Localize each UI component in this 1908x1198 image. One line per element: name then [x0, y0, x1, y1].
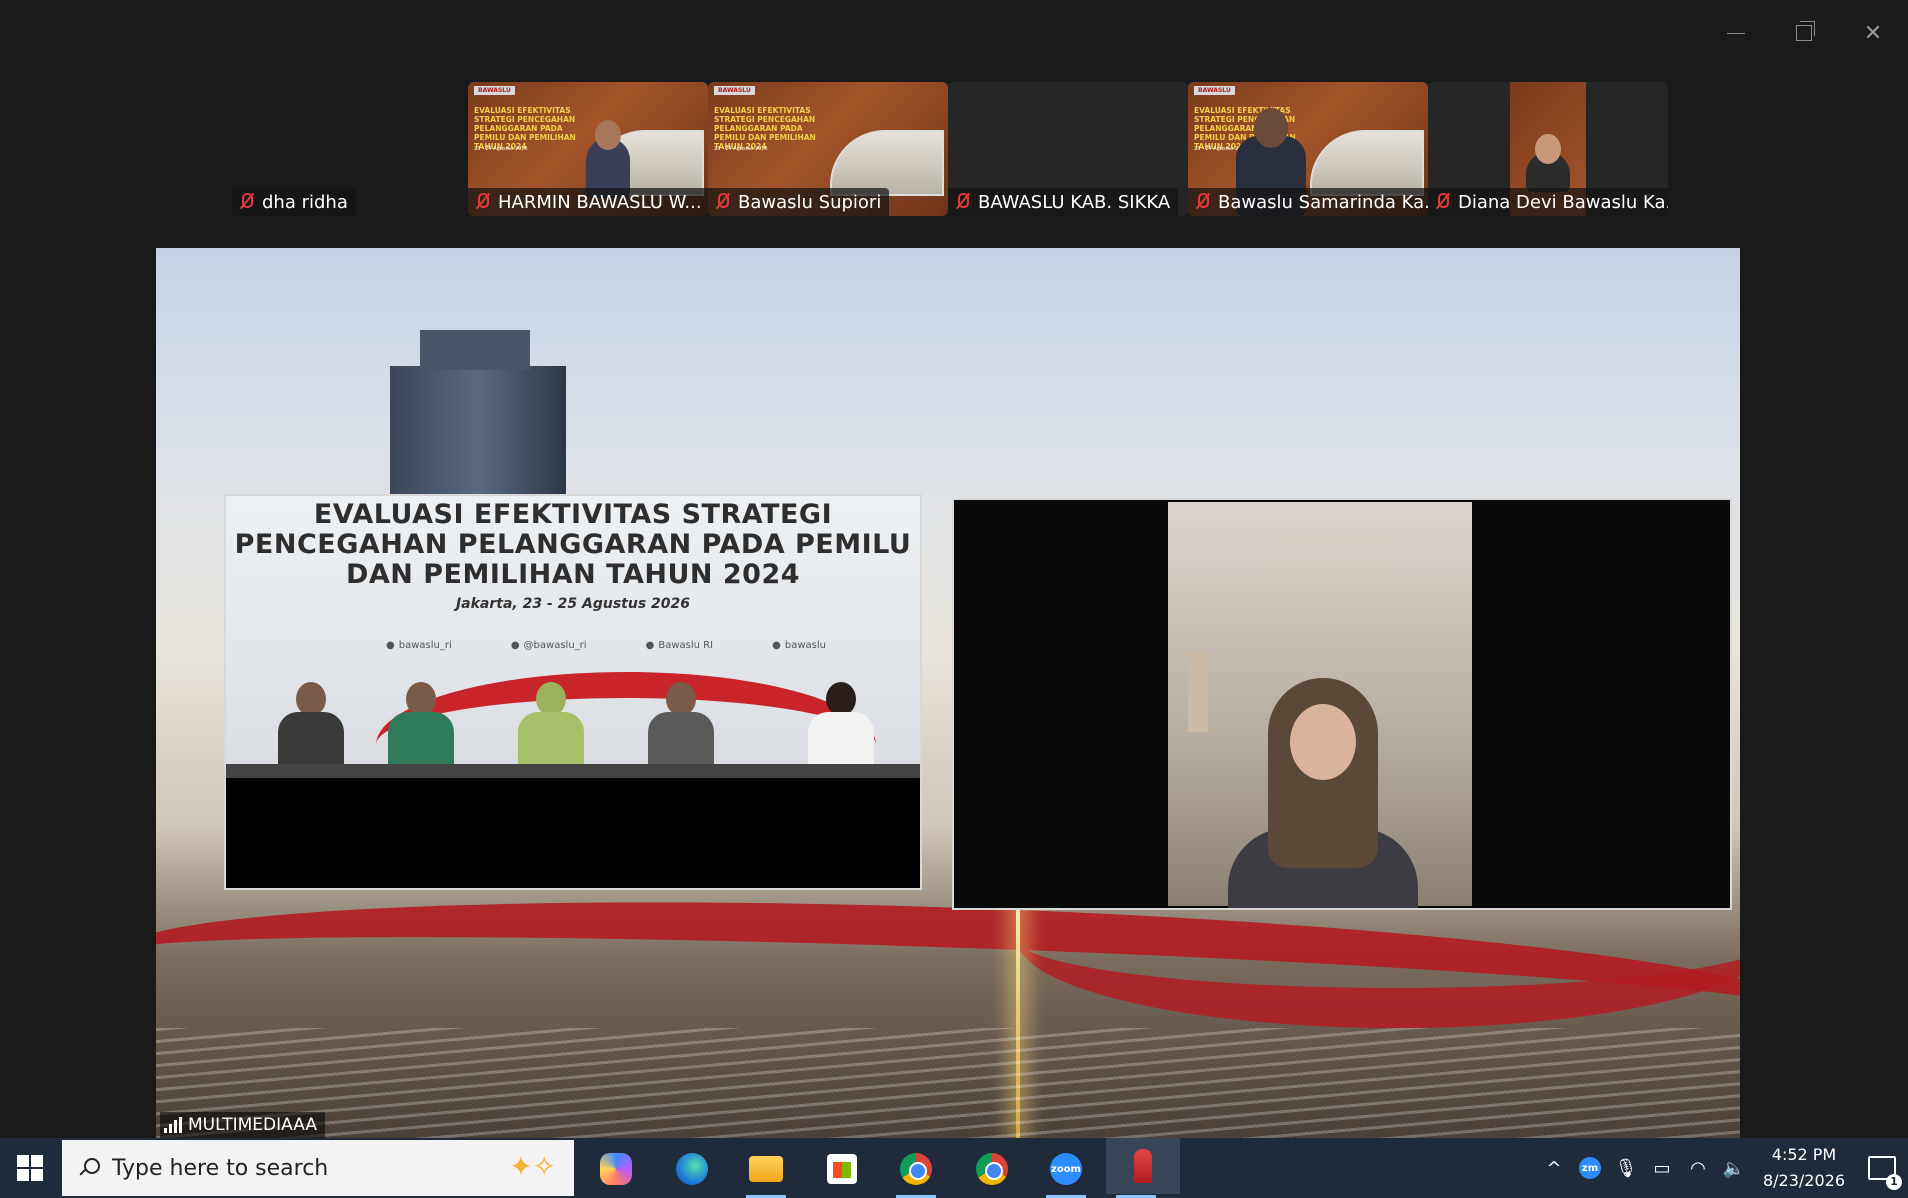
shared-screen: EVALUASI EFEKTIVITAS STRATEGI PENCEGAHAN…: [156, 248, 1740, 1138]
store-button[interactable]: [812, 1144, 872, 1194]
clock[interactable]: 4:52 PM 8/23/2026: [1752, 1142, 1856, 1194]
show-hidden-icons-button[interactable]: ^: [1536, 1138, 1572, 1198]
participant-tile[interactable]: BAWASLU EVALUASI EFEKTIVITAS STRATEGI PE…: [1188, 82, 1428, 216]
minimize-button[interactable]: [1716, 18, 1756, 48]
participant-name: HARMIN BAWASLU W...: [468, 188, 708, 216]
microphone-button[interactable]: 🎙: [1608, 1138, 1644, 1198]
file-explorer-button[interactable]: [736, 1144, 796, 1198]
volume-icon: 🔈: [1722, 1157, 1746, 1179]
zoom-tray-button[interactable]: zm: [1572, 1138, 1608, 1198]
taskbar: Type here to search ✦✧ zoom ^ zm 🎙 ▭ ◠ 🔈…: [0, 1138, 1908, 1198]
edge-button[interactable]: [662, 1144, 722, 1194]
zoom-tray-icon: zm: [1579, 1157, 1601, 1179]
participant-name: BAWASLU KAB. SIKKA: [948, 188, 1179, 216]
participant-name: dha ridha: [232, 188, 356, 216]
stage-banner-date: Jakarta, 23 - 25 Agustus 2026: [455, 596, 691, 612]
battery-icon: ▭: [1653, 1157, 1671, 1179]
file-explorer-icon: [749, 1156, 783, 1182]
zoom-icon: zoom: [1050, 1153, 1082, 1185]
mic-muted-icon: [238, 192, 254, 212]
participant-name: Bawaslu Supiori: [708, 188, 890, 216]
close-icon: ✕: [1863, 20, 1883, 46]
wifi-button[interactable]: ◠: [1680, 1138, 1716, 1198]
windows-icon: [17, 1155, 43, 1181]
participant-strip: dha ridha BAWASLU EVALUASI EFEKTIVITAS S…: [0, 82, 1908, 218]
start-button[interactable]: [0, 1138, 60, 1198]
background-stripes: [156, 1028, 1740, 1138]
chrome-icon: [976, 1153, 1008, 1185]
stage-social-handles: bawaslu_ri @bawaslu_ri Bawaslu RI bawasl…: [386, 640, 826, 651]
participant-tile[interactable]: BAWASLU EVALUASI EFEKTIVITAS STRATEGI PE…: [708, 82, 948, 216]
stage-video-feed: EVALUASI EFEKTIVITAS STRATEGI PENCEGAHAN…: [224, 494, 922, 890]
presenter-name: MULTIMEDIAAA: [160, 1112, 325, 1138]
mic-muted-icon: [714, 192, 730, 212]
participant-tile[interactable]: dha ridha: [232, 82, 464, 216]
mic-muted-icon: [1194, 192, 1210, 212]
signal-strength-icon: [164, 1117, 182, 1133]
edge-icon: [676, 1153, 708, 1185]
chrome-button[interactable]: [962, 1144, 1022, 1194]
zoom-button[interactable]: zoom: [1036, 1144, 1096, 1198]
participant-name: Bawaslu Samarinda Ka...: [1188, 188, 1428, 216]
mic-muted-icon: [1434, 192, 1450, 212]
chevron-up-icon: ^: [1546, 1157, 1562, 1179]
volume-button[interactable]: 🔈: [1716, 1138, 1752, 1198]
notifications-button[interactable]: 1: [1856, 1138, 1908, 1198]
close-button[interactable]: ✕: [1853, 18, 1893, 48]
battery-button[interactable]: ▭: [1644, 1138, 1680, 1198]
minimize-icon: [1727, 32, 1745, 34]
stage-banner-title: EVALUASI EFEKTIVITAS STRATEGI PENCEGAHAN…: [234, 499, 912, 590]
restore-icon: [1796, 21, 1815, 41]
copilot-icon: [600, 1153, 632, 1185]
participant-tile[interactable]: BAWASLU EVALUASI EFEKTIVITAS STRATEGI PE…: [468, 82, 708, 216]
chrome-button[interactable]: [886, 1144, 946, 1198]
restore-button[interactable]: [1784, 18, 1824, 48]
wifi-icon: ◠: [1690, 1157, 1706, 1179]
pen-app-icon: [1134, 1149, 1152, 1183]
sparkle-icon: ✦✧: [509, 1150, 556, 1183]
microphone-icon: 🎙: [1614, 1157, 1638, 1179]
speaker: [1228, 678, 1418, 908]
participant-tile[interactable]: Diana Devi Bawaslu Ka...: [1428, 82, 1668, 216]
chrome-icon: [900, 1153, 932, 1185]
participant-name: Diana Devi Bawaslu Ka...: [1428, 188, 1668, 216]
system-tray: ^ zm 🎙 ▭ ◠ 🔈 4:52 PM 8/23/2026 1: [1536, 1138, 1908, 1198]
pen-app-button[interactable]: [1106, 1138, 1180, 1198]
mic-muted-icon: [954, 192, 970, 212]
copilot-button[interactable]: [586, 1144, 646, 1194]
store-icon: [827, 1154, 857, 1184]
mic-muted-icon: [474, 192, 490, 212]
participant-tile[interactable]: BAWASLU KAB. SIKKA: [948, 82, 1188, 216]
search-box[interactable]: Type here to search ✦✧: [62, 1140, 574, 1196]
speaker-video-feed: [952, 498, 1732, 910]
search-icon: [78, 1158, 100, 1178]
